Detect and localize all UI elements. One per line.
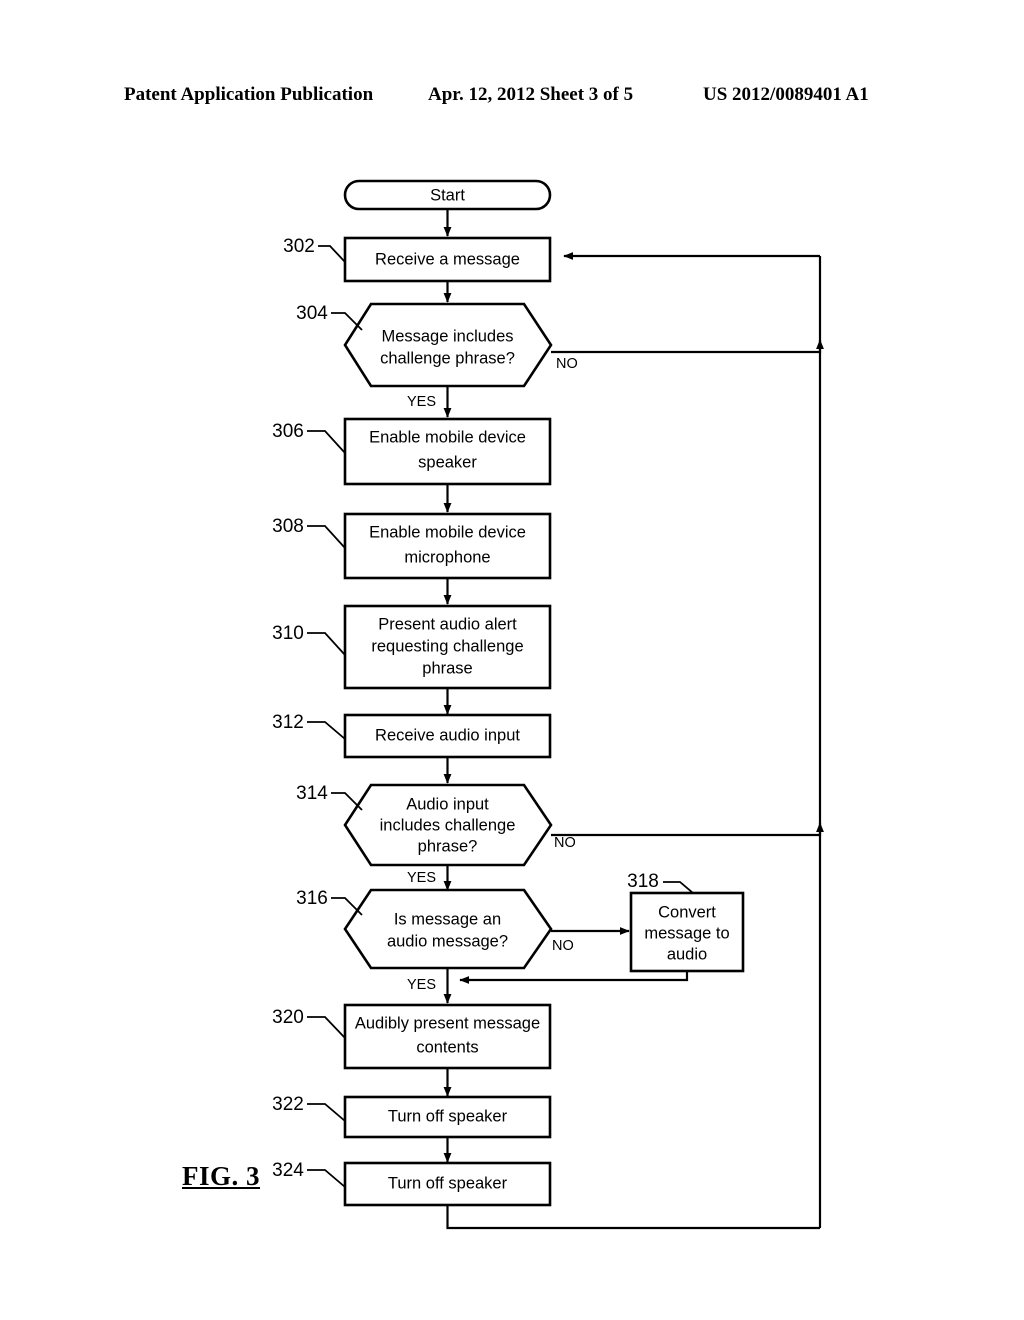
node-308-label-line2: microphone	[404, 548, 490, 566]
node-316-label-line1: Is message an	[394, 910, 501, 928]
node-320-audibly-present-message[interactable]: Audibly present message contents	[343, 1003, 552, 1070]
edge-label-316-no: NO	[552, 938, 574, 954]
ref-number-324: 324	[272, 1160, 304, 1181]
node-306-label-line1: Enable mobile device	[369, 428, 526, 446]
leader-312	[307, 721, 346, 740]
node-306-enable-speaker[interactable]: Enable mobile device speaker	[343, 417, 552, 486]
node-308-label-line1: Enable mobile device	[369, 523, 526, 541]
node-304-label-line2: challenge phrase?	[380, 349, 515, 367]
node-320-label-line2: contents	[416, 1038, 478, 1056]
patent-page: Patent Application Publication Apr. 12, …	[0, 0, 1024, 1320]
node-324-turn-off-speaker[interactable]: Turn off speaker	[343, 1161, 552, 1207]
ref-number-314: 314	[296, 783, 328, 804]
edge-314-no-to-rail	[551, 822, 824, 837]
leader-320	[307, 1016, 346, 1039]
node-310-label-line1: Present audio alert	[378, 615, 517, 633]
node-310-label-line2: requesting challenge	[371, 637, 523, 655]
node-308-enable-microphone[interactable]: Enable mobile device microphone	[343, 512, 552, 580]
node-302-receive-message[interactable]: Receive a message	[343, 236, 552, 283]
leader-322	[307, 1103, 346, 1122]
edge-label-314-yes: YES	[407, 870, 436, 886]
node-314-audio-input-includes-challenge[interactable]: Audio input includes challenge phrase?	[343, 783, 553, 867]
edge-304-no-to-rail	[551, 339, 824, 354]
ref-number-312: 312	[272, 712, 304, 733]
node-318-label-line2: message to	[644, 924, 729, 942]
edge-label-304-yes: YES	[407, 394, 436, 410]
leader-318	[663, 881, 694, 894]
ref-number-316: 316	[296, 888, 328, 909]
flowchart-figure-3: Start Receive a message 302 Message incl…	[272, 179, 824, 1230]
start-label: Start	[430, 186, 465, 204]
edge-label-314-no: NO	[554, 835, 576, 851]
node-310-present-audio-alert[interactable]: Present audio alert requesting challenge…	[343, 604, 552, 690]
ref-number-322: 322	[272, 1094, 304, 1115]
node-322-label: Turn off speaker	[388, 1107, 508, 1125]
leader-324	[307, 1169, 346, 1188]
leader-310	[307, 632, 346, 656]
node-314-label-line1: Audio input	[406, 795, 489, 813]
leader-306	[307, 430, 346, 454]
node-318-label-line3: audio	[667, 945, 707, 963]
node-306-label-line2: speaker	[418, 453, 477, 471]
leader-308	[307, 525, 346, 549]
ref-number-304: 304	[296, 303, 328, 324]
node-314-label-line2: includes challenge	[380, 816, 516, 834]
edge-label-304-no: NO	[556, 356, 578, 372]
ref-number-310: 310	[272, 623, 304, 644]
node-318-convert-message-to-audio[interactable]: Convert message to audio	[629, 891, 745, 973]
node-314-label-line3: phrase?	[418, 837, 478, 855]
ref-number-320: 320	[272, 1007, 304, 1028]
leader-302	[318, 245, 346, 263]
ref-number-318: 318	[627, 871, 659, 892]
node-316-label-line2: audio message?	[387, 932, 508, 950]
node-start[interactable]: Start	[343, 179, 552, 211]
edge-label-316-yes: YES	[407, 977, 436, 993]
node-304-message-includes-challenge[interactable]: Message includes challenge phrase?	[343, 302, 553, 388]
node-324-label: Turn off speaker	[388, 1174, 508, 1192]
node-302-label: Receive a message	[375, 250, 520, 268]
ref-number-302: 302	[283, 236, 315, 257]
node-322-turn-off-speaker[interactable]: Turn off speaker	[343, 1095, 552, 1139]
edge-324-to-rail	[446, 1205, 820, 1230]
node-316-shape	[343, 888, 553, 970]
edge-318-return-to-320	[459, 971, 689, 984]
node-320-label-line1: Audibly present message	[355, 1014, 540, 1032]
node-304-label-line1: Message includes	[381, 327, 513, 345]
ref-number-308: 308	[272, 516, 304, 537]
node-312-label: Receive audio input	[375, 726, 520, 744]
node-316-is-message-audio[interactable]: Is message an audio message?	[343, 888, 553, 970]
ref-number-306: 306	[272, 421, 304, 442]
node-312-receive-audio-input[interactable]: Receive audio input	[343, 713, 552, 759]
node-318-label-line1: Convert	[658, 903, 716, 921]
node-310-label-line3: phrase	[422, 659, 472, 677]
